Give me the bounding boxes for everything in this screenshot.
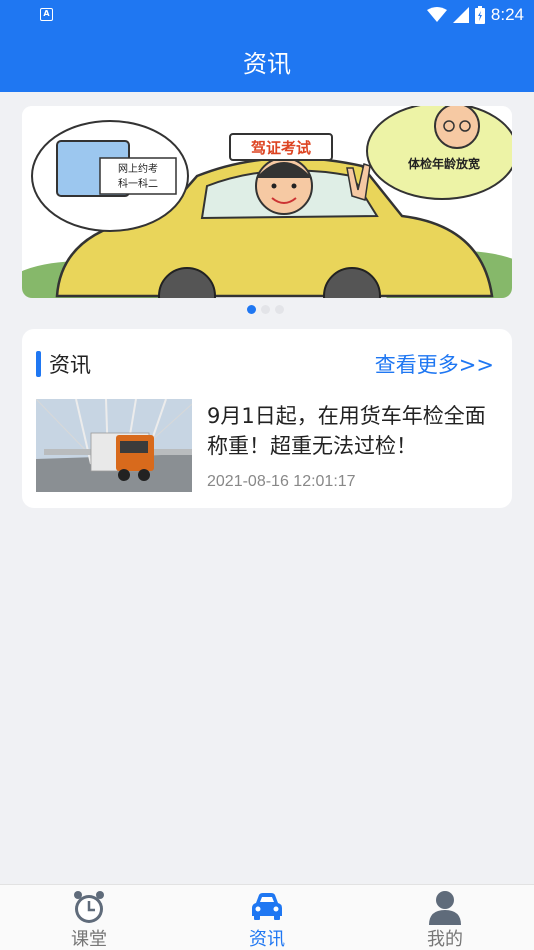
section-accent-bar [36, 351, 41, 377]
carousel-indicator [247, 305, 284, 314]
person-icon [429, 891, 461, 925]
tab-label: 我的 [427, 929, 463, 950]
banner-image: 驾证考试 网上约考 科一科二 体检年龄放宽 [22, 106, 512, 298]
banner-bubble-left-line2: 科一科二 [118, 177, 158, 190]
car-icon [252, 893, 282, 920]
status-time: 8:24 [490, 5, 524, 24]
tab-label: 课堂 [71, 929, 107, 950]
tab-label: 资讯 [249, 929, 285, 950]
news-thumbnail [36, 399, 192, 492]
a-notification-icon: A [40, 8, 53, 21]
alarm-clock-icon [74, 891, 104, 923]
news-section-card: 资讯 查看更多>> 9月1日起，在用货车年检全面称重！超重无法过检！ 2021-… [22, 329, 512, 508]
view-more-link[interactable]: 查看更多>> [375, 349, 494, 379]
banner-bubble-right-text: 体检年龄放宽 [408, 156, 480, 171]
news-timestamp: 2021-08-16 12:01:17 [207, 473, 356, 490]
carousel-dot[interactable] [275, 305, 284, 314]
page-title: 资讯 [243, 50, 291, 78]
tab-classroom[interactable]: 课堂 [0, 885, 178, 950]
bottom-tab-bar: 课堂 资讯 我的 [0, 884, 534, 950]
banner-carousel[interactable]: 驾证考试 网上约考 科一科二 体检年龄放宽 [22, 106, 512, 298]
news-list-item[interactable]: 9月1日起，在用货车年检全面称重！超重无法过检！ 2021-08-16 12:0… [36, 399, 498, 493]
tab-news[interactable]: 资讯 [178, 885, 356, 950]
news-section-header: 资讯 查看更多>> [22, 347, 512, 381]
news-section-title: 资讯 [49, 353, 91, 377]
carousel-dot[interactable] [261, 305, 270, 314]
banner-bubble-left-line1: 网上约考 [118, 162, 158, 175]
wifi-icon [426, 7, 447, 22]
battery-icon [474, 6, 485, 24]
status-bar: A 8:24 [0, 0, 534, 30]
carousel-dot[interactable] [247, 305, 256, 314]
news-title: 9月1日起，在用货车年检全面称重！超重无法过检！ [207, 404, 486, 458]
status-icons: 8:24 [426, 4, 524, 26]
banner-sign-text: 驾证考试 [251, 139, 311, 157]
tab-profile[interactable]: 我的 [356, 885, 534, 950]
signal-icon [452, 7, 469, 23]
app-header: 资讯 [0, 30, 534, 92]
